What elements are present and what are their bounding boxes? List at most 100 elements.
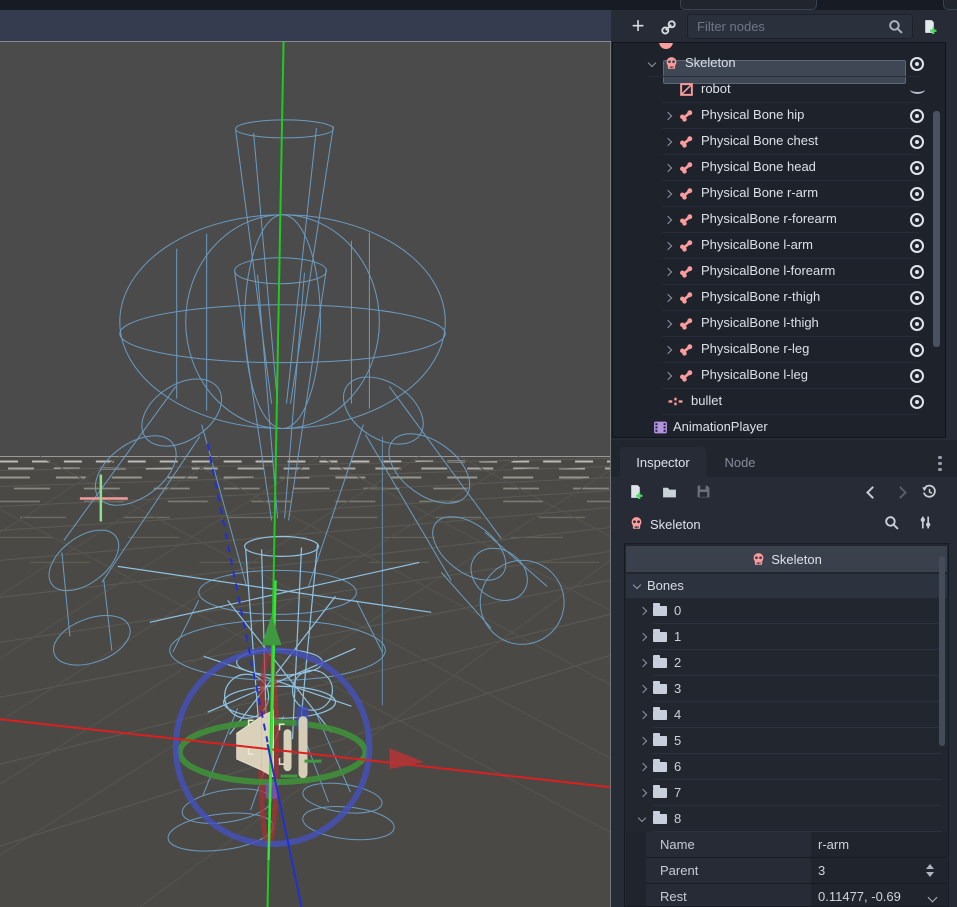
inspector-search-icon[interactable] — [884, 515, 904, 535]
save-resource-button[interactable] — [696, 484, 716, 504]
add-node-button[interactable]: + — [626, 13, 650, 39]
tree-row-bone-l-forearm[interactable]: PhysicalBone l-forearm — [613, 259, 946, 285]
chevron-right-icon[interactable] — [664, 112, 672, 120]
chevron-down-icon[interactable] — [648, 59, 656, 67]
bone-icon — [679, 186, 694, 201]
mesh-icon — [679, 82, 694, 97]
chevron-right-icon[interactable] — [664, 190, 672, 198]
property-value[interactable]: 3 — [818, 863, 825, 878]
tree-row-label: Physical Bone chest — [701, 133, 818, 148]
bone-row-5[interactable]: 5 — [626, 728, 947, 754]
property-row-parent[interactable]: Parent 3 — [626, 858, 947, 884]
tree-row-bone-chest[interactable]: Physical Bone chest — [613, 129, 946, 155]
tab-label: Node — [724, 455, 755, 470]
tree-row-label: PhysicalBone l-leg — [701, 367, 808, 382]
skeleton-icon — [751, 552, 766, 567]
eye-icon[interactable] — [910, 265, 924, 279]
tree-row-bone-r-arm[interactable]: Physical Bone r-arm — [613, 181, 946, 207]
eye-icon[interactable] — [910, 187, 924, 201]
eye-icon[interactable] — [910, 395, 924, 409]
bone-row-7[interactable]: 7 — [626, 780, 947, 806]
folder-icon — [653, 684, 667, 694]
bone-row-4[interactable]: 4 — [626, 702, 947, 728]
eye-icon[interactable] — [910, 369, 924, 383]
instance-scene-button[interactable] — [657, 16, 679, 38]
tree-scrollbar[interactable] — [933, 111, 940, 347]
viewport-canvas[interactable] — [0, 41, 611, 907]
section-label: Bones — [647, 578, 684, 593]
eye-icon[interactable] — [910, 343, 924, 357]
folder-icon — [653, 632, 667, 642]
folder-icon — [653, 710, 667, 720]
spinner-icon[interactable] — [926, 864, 935, 877]
bone-row-8[interactable]: 8 — [626, 806, 947, 832]
tree-row-bone-head[interactable]: Physical Bone head — [613, 155, 946, 181]
property-row-name[interactable]: Name r-arm — [626, 832, 947, 858]
eye-closed-icon[interactable] — [910, 85, 925, 94]
tab-inspector[interactable]: Inspector — [620, 447, 706, 477]
chevron-right-icon[interactable] — [664, 138, 672, 146]
bone-row-6[interactable]: 6 — [626, 754, 947, 780]
bone-icon — [679, 108, 694, 123]
tree-row-bone-l-leg[interactable]: PhysicalBone l-leg — [613, 363, 946, 389]
tab-label: Inspector — [636, 455, 689, 470]
chevron-right-icon[interactable] — [664, 164, 672, 172]
tree-row-label: PhysicalBone l-arm — [701, 237, 813, 252]
filter-nodes-input[interactable] — [687, 14, 913, 39]
tree-row-partial — [613, 43, 946, 51]
bone-icon — [679, 316, 694, 331]
eye-icon[interactable] — [910, 213, 924, 227]
tree-row-bone-r-leg[interactable]: PhysicalBone r-leg — [613, 337, 946, 363]
tree-row-bone-l-arm[interactable]: PhysicalBone l-arm — [613, 233, 946, 259]
property-label: Name — [660, 837, 695, 852]
inspector-header: Skeleton — [626, 546, 947, 572]
eye-icon[interactable] — [910, 239, 924, 253]
search-icon — [888, 19, 903, 34]
tree-row-bone-r-thigh[interactable]: PhysicalBone r-thigh — [613, 285, 946, 311]
chevron-right-icon[interactable] — [664, 320, 672, 328]
chevron-down-icon[interactable] — [928, 893, 938, 903]
chevron-right-icon[interactable] — [664, 216, 672, 224]
tree-row-bullet[interactable]: bullet — [613, 389, 946, 415]
property-value[interactable]: r-arm — [818, 837, 849, 852]
new-resource-button[interactable] — [628, 484, 648, 504]
tree-row-bone-hip[interactable]: Physical Bone hip — [613, 103, 946, 129]
eye-icon[interactable] — [910, 161, 924, 175]
chevron-right-icon[interactable] — [664, 372, 672, 380]
tree-row-robot[interactable]: robot — [613, 77, 946, 103]
property-label: Rest — [660, 889, 687, 904]
eye-icon[interactable] — [910, 317, 924, 331]
tree-row-animation-player[interactable]: AnimationPlayer — [613, 415, 946, 438]
skeleton-icon — [664, 56, 679, 71]
eye-icon[interactable] — [910, 135, 924, 149]
property-value[interactable]: 0.11477, -0.69 — [818, 889, 901, 904]
bone-row-3[interactable]: 3 — [626, 676, 947, 702]
chevron-right-icon[interactable] — [664, 242, 672, 250]
tree-row-label: PhysicalBone l-thigh — [701, 315, 819, 330]
eye-icon[interactable] — [910, 109, 924, 123]
tree-row-bone-r-forearm[interactable]: PhysicalBone r-forearm — [613, 207, 946, 233]
chevron-right-icon[interactable] — [664, 346, 672, 354]
property-row-rest[interactable]: Rest 0.11477, -0.69 — [626, 884, 947, 907]
object-tools-icon[interactable] — [918, 515, 938, 535]
eye-icon[interactable] — [910, 57, 924, 71]
menu-dots-icon[interactable] — [938, 453, 942, 474]
section-bones[interactable]: Bones — [626, 574, 947, 598]
chevron-right-icon[interactable] — [664, 294, 672, 302]
inspector-scrollbar[interactable] — [939, 556, 945, 746]
load-resource-button[interactable] — [662, 484, 682, 504]
bone-row-2[interactable]: 2 — [626, 650, 947, 676]
chevron-right-icon[interactable] — [664, 268, 672, 276]
position3d-icon — [668, 394, 683, 409]
tab-node[interactable]: Node — [710, 447, 770, 477]
history-icon[interactable] — [922, 484, 942, 504]
scene-tree-panel: Skeleton robot Physical Bone hip Physica… — [612, 42, 946, 438]
attach-script-button[interactable] — [917, 14, 941, 38]
eye-icon[interactable] — [910, 291, 924, 305]
bone-row-1[interactable]: 1 — [626, 624, 947, 650]
tree-row-skeleton[interactable]: Skeleton — [613, 51, 946, 77]
skeleton-icon — [629, 516, 644, 531]
bone-row-0[interactable]: 0 — [626, 598, 947, 624]
inspector-panel: Skeleton Bones 0 1 2 3 4 5 6 7 8 Name r-… — [624, 543, 949, 907]
tree-row-bone-l-thigh[interactable]: PhysicalBone l-thigh — [613, 311, 946, 337]
